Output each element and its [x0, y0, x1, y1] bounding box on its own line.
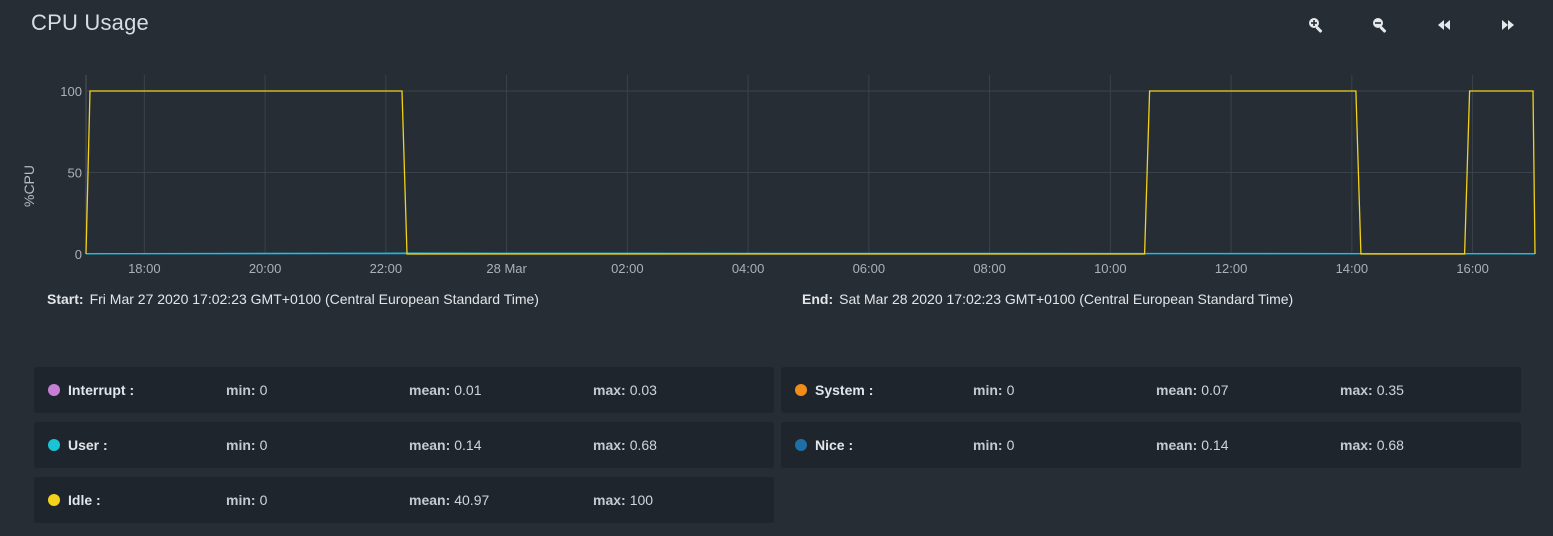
- stat-min: min: 0: [226, 492, 267, 508]
- rewind-icon: [1438, 20, 1450, 30]
- zoom-out-button[interactable]: [1364, 12, 1396, 38]
- stat-mean-value: 0.01: [454, 382, 482, 398]
- x-tick-label: 28 Mar: [486, 261, 527, 276]
- stat-min-value: 0: [1006, 437, 1015, 453]
- stat-mean-value: 0.07: [1201, 382, 1229, 398]
- zoom-out-icon: [1373, 18, 1387, 33]
- stat-mean-label: mean:: [409, 437, 451, 453]
- stat-card-system: System : min: 0 mean: 0.07 max: 0.35: [781, 367, 1521, 413]
- y-tick-label: 0: [75, 247, 82, 262]
- range-end-label: End:: [802, 291, 834, 307]
- stat-max-label: max:: [593, 437, 626, 453]
- stat-max-value: 0.68: [1376, 437, 1404, 453]
- series-name: System :: [815, 382, 874, 398]
- stat-mean: mean: 40.97: [409, 492, 489, 508]
- chart-toolbar: [1300, 12, 1530, 38]
- stat-max: max: 0.35: [1340, 382, 1404, 398]
- stat-max-label: max:: [1340, 437, 1373, 453]
- x-tick-label: 20:00: [249, 261, 282, 276]
- zoom-in-icon: [1309, 18, 1323, 33]
- rewind-button[interactable]: [1428, 12, 1460, 38]
- stat-min-label: min:: [973, 382, 1003, 398]
- series-name: Interrupt :: [68, 382, 135, 398]
- stat-card-idle: Idle : min: 0 mean: 40.97 max: 100: [34, 477, 774, 523]
- y-tick-label: 100: [60, 84, 82, 99]
- x-tick-label: 22:00: [370, 261, 403, 276]
- stat-min-value: 0: [259, 382, 268, 398]
- stat-max-value: 0.35: [1376, 382, 1404, 398]
- stat-max: max: 0.68: [1340, 437, 1404, 453]
- series-color-dot: [48, 384, 60, 396]
- series-color-dot: [795, 439, 807, 451]
- x-tick-label: 18:00: [128, 261, 161, 276]
- stat-card-interrupt: Interrupt : min: 0 mean: 0.01 max: 0.03: [34, 367, 774, 413]
- stat-mean: mean: 0.01: [409, 382, 481, 398]
- stat-max-value: 0.03: [629, 382, 657, 398]
- range-end-value: Sat Mar 28 2020 17:02:23 GMT+0100 (Centr…: [839, 291, 1294, 307]
- series-color-dot: [48, 494, 60, 506]
- stat-min: min: 0: [973, 382, 1014, 398]
- series-color-dot: [795, 384, 807, 396]
- series-name: Idle :: [68, 492, 101, 508]
- stat-min: min: 0: [226, 382, 267, 398]
- fast-forward-icon: [1502, 20, 1514, 30]
- range-start-label: Start:: [47, 291, 84, 307]
- stat-card-user: User : min: 0 mean: 0.14 max: 0.68: [34, 422, 774, 468]
- stat-max-label: max:: [593, 492, 626, 508]
- series-name: Nice :: [815, 437, 854, 453]
- stat-mean-label: mean:: [1156, 382, 1198, 398]
- stat-max-label: max:: [593, 382, 626, 398]
- x-tick-label: 02:00: [611, 261, 644, 276]
- stat-max-value: 0.68: [629, 437, 657, 453]
- y-tick-label: 50: [68, 166, 82, 181]
- stat-max: max: 0.03: [593, 382, 657, 398]
- stat-mean-value: 40.97: [454, 492, 490, 508]
- range-start: Start: Fri Mar 27 2020 17:02:23 GMT+0100 …: [47, 291, 539, 307]
- stat-min-label: min:: [226, 382, 256, 398]
- cpu-usage-chart[interactable]: 0 50 100 18:00 20:00 22:00 28 Mar 02:00 04:00 06:…: [0, 60, 1553, 285]
- stat-mean: mean: 0.14: [1156, 437, 1228, 453]
- zoom-in-button[interactable]: [1300, 12, 1332, 38]
- x-tick-label: 08:00: [973, 261, 1006, 276]
- range-end: End: Sat Mar 28 2020 17:02:23 GMT+0100 (C…: [802, 291, 1293, 307]
- x-tick-label: 16:00: [1456, 261, 1489, 276]
- stat-max-value: 100: [629, 492, 654, 508]
- stat-mean-label: mean:: [409, 492, 451, 508]
- x-tick-label: 12:00: [1215, 261, 1248, 276]
- stat-mean-value: 0.14: [454, 437, 482, 453]
- stat-mean-value: 0.14: [1201, 437, 1229, 453]
- stat-min-label: min:: [226, 492, 256, 508]
- stat-min: min: 0: [226, 437, 267, 453]
- stat-min-value: 0: [259, 492, 268, 508]
- x-tick-label: 10:00: [1094, 261, 1127, 276]
- stat-min-label: min:: [973, 437, 1003, 453]
- stat-min: min: 0: [973, 437, 1014, 453]
- stat-min-value: 0: [1006, 382, 1015, 398]
- fast-forward-button[interactable]: [1492, 12, 1524, 38]
- x-tick-label: 14:00: [1336, 261, 1369, 276]
- stat-mean: mean: 0.07: [1156, 382, 1228, 398]
- series-name: User :: [68, 437, 108, 453]
- stat-min-label: min:: [226, 437, 256, 453]
- stat-max: max: 0.68: [593, 437, 657, 453]
- range-start-value: Fri Mar 27 2020 17:02:23 GMT+0100 (Centr…: [89, 291, 539, 307]
- stat-mean-label: mean:: [1156, 437, 1198, 453]
- stat-max: max: 100: [593, 492, 653, 508]
- x-tick-label: 04:00: [732, 261, 765, 276]
- stat-mean: mean: 0.14: [409, 437, 481, 453]
- x-tick-label: 06:00: [853, 261, 886, 276]
- stat-mean-label: mean:: [409, 382, 451, 398]
- stat-max-label: max:: [1340, 382, 1373, 398]
- page-title: CPU Usage: [31, 10, 149, 35]
- series-color-dot: [48, 439, 60, 451]
- stat-min-value: 0: [259, 437, 268, 453]
- stat-card-nice: Nice : min: 0 mean: 0.14 max: 0.68: [781, 422, 1521, 468]
- y-axis-title: %CPU: [21, 165, 37, 207]
